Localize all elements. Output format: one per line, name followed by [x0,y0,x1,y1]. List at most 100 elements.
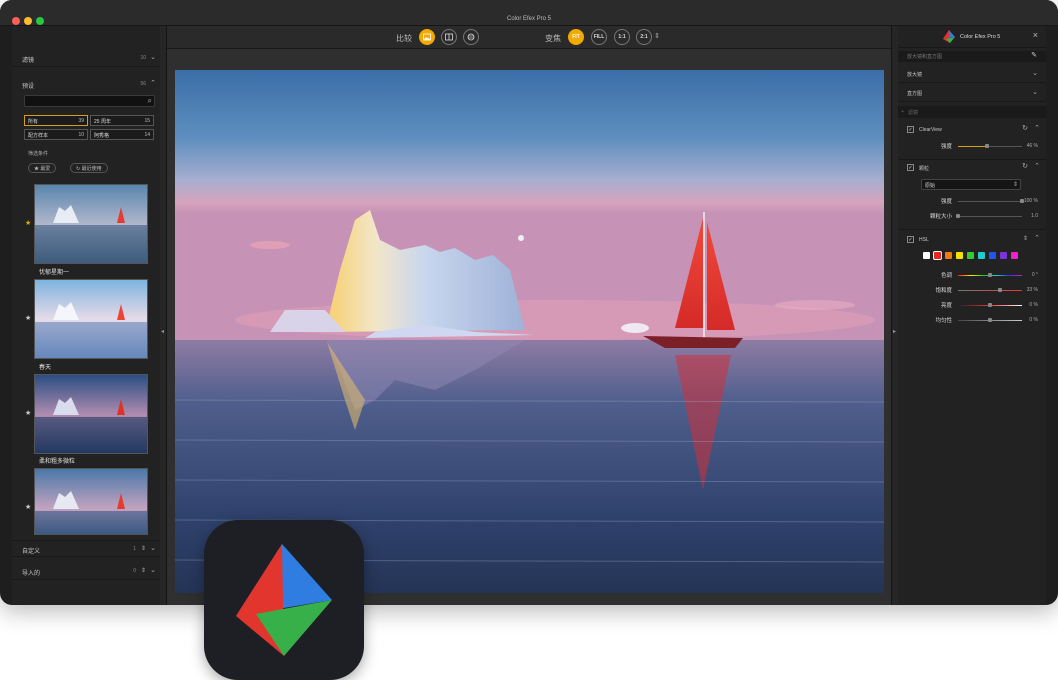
custom-count: 1 [133,546,136,552]
preview-image[interactable] [174,70,885,593]
grain-type-select[interactable]: 原始 ⇕ [921,179,1021,190]
hsl-row-label: 均匀性 [935,318,952,324]
close-panel-icon[interactable]: × [1033,30,1038,40]
title-bar: Color Efex Pro 5 [0,0,1058,26]
sort-icon[interactable]: ⇕ [1023,235,1028,242]
hsl-row-value: 33 % [1026,287,1038,293]
window-title: Color Efex Pro 5 [506,16,552,22]
zoom-2to1-button[interactable]: 2:1 [636,29,652,45]
imported-section-header[interactable]: 导入的 0 ⇕ ⌄ [12,563,160,580]
favorite-star-icon[interactable]: ★ [25,314,31,322]
hsl-enable-checkbox[interactable]: ✓ [907,236,914,243]
category-count: 10 [78,132,84,138]
grain-size-value: 1.0 [1031,213,1038,219]
slider-knob[interactable] [988,303,992,307]
plus-icon[interactable]: + [901,109,904,115]
hsl-color-swatch[interactable] [933,251,942,260]
chevron-up-icon[interactable]: ⌃ [1034,162,1040,170]
zoom-stepper-icon[interactable]: ⇕ [654,32,660,40]
compare-split-view-button[interactable] [441,29,457,45]
hsl-color-swatch[interactable] [945,252,952,259]
preset-thumbnail[interactable] [34,468,148,535]
grain-strength-slider[interactable] [958,199,1024,203]
thumbnail-image [35,469,147,534]
imported-section-label: 导入的 [22,571,41,577]
hsl-color-swatch[interactable] [956,252,963,259]
hsl-row-slider[interactable] [958,288,1022,292]
right-sidebar: Color Efex Pro 5 × 放大镜和直方图 ✎ 放大镜 ⌄ 直方图 ⌄… [898,26,1046,605]
zoom-fill-button[interactable]: FILL [591,29,607,45]
compare-side-by-side-button[interactable] [463,29,479,45]
grain-filter-name: 颗粒 [919,166,930,172]
histogram-label: 直方图 [907,91,923,97]
clearview-filter-name: ClearView [919,127,942,133]
clearview-strength-slider[interactable] [958,144,1022,148]
category-axiu[interactable]: 阿秀格 14 [90,129,154,140]
category-recipe-samples[interactable]: 配方样本 10 [24,129,88,140]
hsl-row-slider[interactable] [958,303,1022,307]
histogram-section-header[interactable]: 直方图 ⌄ [898,84,1046,102]
screenshot-stage: Color Efex Pro 5 滤镜 10 ⌄ 预设 56 ⌃ ⌕ 所有 39… [0,0,1058,680]
thumbnail-image [35,280,147,358]
filters-count: 10 [140,55,146,61]
chevron-up-icon[interactable]: ⌃ [1034,124,1040,132]
reset-icon[interactable]: ↻ [1022,124,1028,132]
hsl-color-swatch[interactable] [967,252,974,259]
category-25th-anniversary[interactable]: 25 周年 15 [90,115,154,126]
chevron-down-icon: ⌄ [1032,70,1038,77]
slider-knob[interactable] [988,318,992,322]
hsl-color-swatch[interactable] [1000,252,1007,259]
app-icon [204,520,364,680]
filter-conditions-label: 筛选条件 [28,151,49,157]
chevron-up-icon[interactable]: ⌃ [1034,234,1040,242]
recent-pill[interactable]: ↻ 最近使用 [70,163,108,173]
hsl-row-value: 0 % [1029,302,1038,308]
hsl-color-swatch[interactable] [978,252,985,259]
zoom-1to1-button[interactable]: 1:1 [614,29,630,45]
category-name: 所有 [28,119,39,125]
loupe-section-header[interactable]: 放大镜 ⌄ [898,65,1046,83]
grain-size-slider[interactable] [956,214,1022,218]
preset-search-input[interactable]: ⌕ [24,95,155,107]
preset-thumbnail[interactable] [34,374,148,454]
grain-enable-checkbox[interactable]: ✓ [907,164,914,171]
filters-header: + 滤镜 [898,106,1046,118]
pin-icon[interactable]: ✎ [1031,51,1037,59]
hsl-row-slider[interactable] [958,318,1022,322]
category-all[interactable]: 所有 39 [24,115,88,126]
hsl-row-value: 0 % [1029,317,1038,323]
presets-section-label: 预设 [22,84,35,90]
sort-icon[interactable]: ⇕ [141,567,146,574]
clearview-enable-checkbox[interactable]: ✓ [907,126,914,133]
presets-section-header[interactable]: 预设 56 ⌃ [12,76,160,93]
clearview-strength-label: 强度 [940,144,952,150]
reset-icon[interactable]: ↻ [1022,162,1028,170]
filters-header-label: 滤镜 [908,110,919,116]
hsl-color-swatch[interactable] [989,252,996,259]
favorites-pill[interactable]: ★ 最爱 [28,163,57,173]
category-name: 25 周年 [94,119,111,125]
preset-thumbnail[interactable] [34,279,148,359]
compare-single-view-button[interactable] [419,29,435,45]
category-count: 39 [78,118,84,124]
hsl-row-label: 亮度 [940,303,952,309]
right-panel-collapse-handle[interactable]: ▸ [891,26,898,605]
zoom-fit-button[interactable]: FIT [568,29,584,45]
hsl-color-swatch[interactable] [923,252,930,259]
custom-section-header[interactable]: 自定义 1 ⇕ ⌄ [12,540,160,557]
filters-section-header[interactable]: 滤镜 10 ⌄ [12,50,160,67]
hsl-color-swatch[interactable] [1011,252,1018,259]
favorite-star-icon[interactable]: ★ [25,503,31,511]
favorite-star-icon[interactable]: ★ [25,409,31,417]
slider-knob[interactable] [988,273,992,277]
sort-icon[interactable]: ⇕ [141,545,146,552]
clearview-strength-value: 46 % [1026,143,1038,149]
left-panel-collapse-handle[interactable]: ◂ [160,26,167,605]
left-sidebar: 滤镜 10 ⌄ 预设 56 ⌃ ⌕ 所有 39 25 周年 15 配方样本 10… [12,26,160,605]
category-count: 15 [144,118,150,124]
favorite-star-icon[interactable]: ★ [25,219,31,227]
brand-name: Color Efex Pro 5 [960,34,1001,40]
hsl-row-slider[interactable] [958,273,1022,277]
slider-knob[interactable] [998,288,1003,292]
preset-thumbnail[interactable] [34,184,148,264]
